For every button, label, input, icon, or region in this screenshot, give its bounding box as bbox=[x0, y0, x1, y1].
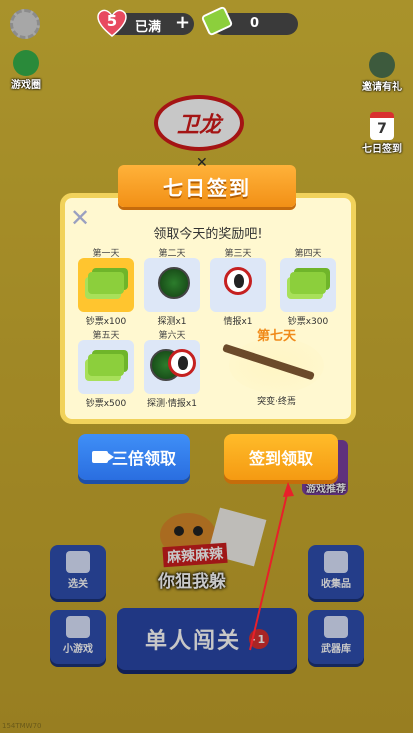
modal-subtitle: 领取今天的奖励吧! bbox=[153, 227, 263, 242]
alien-icon bbox=[224, 267, 252, 295]
day-label: 第一天 bbox=[92, 249, 120, 259]
day-label: 第六天 bbox=[158, 331, 186, 341]
day-card bbox=[144, 340, 200, 394]
alien-icon bbox=[168, 349, 196, 377]
day-3[interactable]: 第三天 情报x1 bbox=[209, 246, 267, 327]
triple-claim-button[interactable]: 三倍领取 bbox=[78, 434, 190, 480]
day-2[interactable]: 第二天 探测x1 bbox=[143, 246, 201, 327]
alien-invite-icon bbox=[369, 52, 395, 78]
add-lives-button[interactable]: + bbox=[175, 12, 190, 33]
day-label: 第三天 bbox=[224, 249, 252, 259]
gear-icon[interactable] bbox=[10, 9, 40, 39]
radar-icon bbox=[158, 267, 190, 299]
modal-title-banner: 七日签到 bbox=[118, 165, 296, 207]
lives-count: 5 bbox=[106, 12, 118, 30]
day-reward: 探测x1 bbox=[157, 317, 187, 327]
day-reward: 钞票x500 bbox=[85, 399, 127, 409]
game-circle-button[interactable]: 游戏圈 bbox=[6, 50, 46, 91]
version-text: 154TMW70 bbox=[2, 722, 42, 730]
seven-day-checkin-button[interactable]: 7 七日签到 bbox=[356, 112, 408, 155]
cash-count: 0 bbox=[250, 16, 260, 31]
day7-reward: 突变·终焉 bbox=[257, 397, 296, 407]
day-label: 第五天 bbox=[92, 331, 120, 341]
invite-label: 邀请有礼 bbox=[362, 82, 402, 93]
day-card bbox=[280, 258, 336, 312]
day7-label: 第七天 bbox=[256, 329, 296, 344]
triple-claim-label: 三倍领取 bbox=[111, 449, 176, 468]
day-6[interactable]: 第六天 探测·情报x1 bbox=[143, 328, 201, 409]
day-5[interactable]: 第五天 钞票x500 bbox=[77, 328, 135, 409]
calendar-icon: 7 bbox=[370, 112, 394, 140]
day-card bbox=[210, 258, 266, 312]
day-4[interactable]: 第四天 钞票x300 bbox=[279, 246, 337, 327]
cash-icon bbox=[88, 272, 124, 294]
day-label: 第四天 bbox=[294, 249, 322, 259]
chat-icon bbox=[13, 50, 39, 76]
sparkle-x-icon: ✕ bbox=[196, 155, 208, 171]
cash-icon bbox=[88, 354, 124, 376]
video-camera-icon bbox=[91, 451, 114, 463]
day-reward: 探测·情报x1 bbox=[147, 399, 197, 409]
day-label: 第二天 bbox=[158, 249, 186, 259]
day-card bbox=[78, 340, 134, 394]
checkin-label: 七日签到 bbox=[362, 144, 402, 155]
lives-status: 已满 bbox=[135, 20, 162, 35]
claim-label: 签到领取 bbox=[248, 449, 313, 468]
day-card bbox=[78, 258, 134, 312]
day-1[interactable]: 第一天 钞票x100 bbox=[77, 246, 135, 327]
game-circle-label: 游戏圈 bbox=[11, 80, 41, 91]
day-card bbox=[144, 258, 200, 312]
modal-title: 七日签到 bbox=[163, 175, 251, 200]
day-7[interactable]: 第七天 突变·终焉 bbox=[209, 320, 344, 412]
invite-button[interactable]: 邀请有礼 bbox=[356, 52, 408, 93]
day-reward: 钞票x100 bbox=[85, 317, 127, 327]
claim-button[interactable]: 签到领取 bbox=[224, 434, 338, 480]
cash-icon bbox=[290, 272, 326, 294]
